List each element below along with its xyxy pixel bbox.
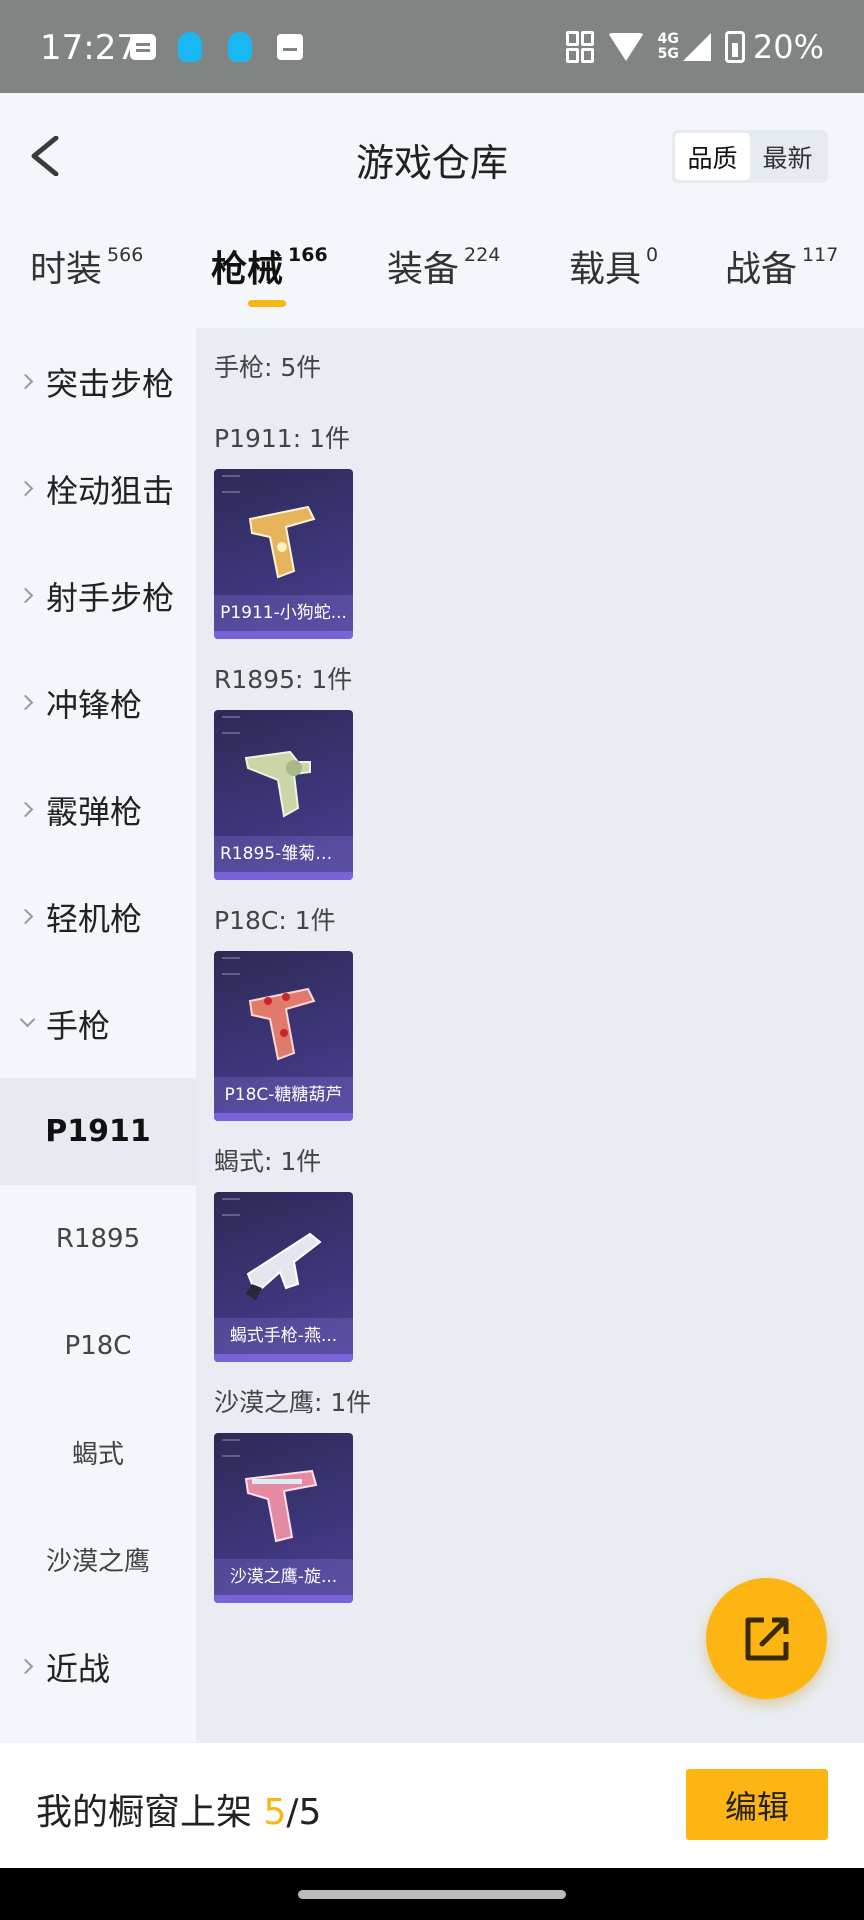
tab-equipment[interactable]: 装备 224 <box>387 240 500 292</box>
group-heading-desert-eagle: 沙漠之鹰: 1件 <box>214 1388 372 1417</box>
group-heading-r1895: R1895: 1件 <box>214 665 353 694</box>
qq-icon <box>228 32 252 62</box>
sidebar-subitem-scorpion[interactable]: 蝎式 <box>0 1399 196 1506</box>
share-button[interactable] <box>706 1578 827 1699</box>
inventory-content: 手枪: 5件 P1911: 1件 P1911-小狗蛇... R1895: 1件 … <box>196 328 864 1743</box>
tab-firearms[interactable]: 枪械 166 <box>211 240 328 292</box>
sidebar-item-pistol[interactable]: 手枪 <box>0 970 196 1077</box>
sidebar-subitem-p18c[interactable]: P18C <box>0 1292 196 1399</box>
message-icon <box>130 34 156 60</box>
sidebar-subitem-desert-eagle[interactable]: 沙漠之鹰 <box>0 1506 196 1613</box>
mail-icon <box>277 34 303 60</box>
item-name: 沙漠之鹰-旋... <box>214 1559 353 1595</box>
sidebar-subitem-r1895[interactable]: R1895 <box>0 1185 196 1292</box>
showcase-status: 我的橱窗上架 5/5 <box>36 1792 322 1833</box>
chevron-right-icon <box>20 909 36 925</box>
chevron-right-icon <box>20 1659 36 1675</box>
sort-quality-button[interactable]: 品质 <box>675 133 750 180</box>
status-time: 17:27 <box>40 28 138 68</box>
item-card-desert-eagle[interactable]: 沙漠之鹰-旋... <box>214 1433 353 1603</box>
status-bar: 17:27 4G 5G 20% <box>0 0 864 93</box>
item-name: 蝎式手枪-燕... <box>214 1318 353 1354</box>
group-heading-p1911: P1911: 1件 <box>214 424 350 453</box>
chevron-right-icon <box>20 588 36 604</box>
rarity-stripe <box>214 1595 353 1603</box>
network-type: 4G 5G <box>657 31 679 62</box>
pistol-gold-icon <box>248 505 316 579</box>
weapon-category-sidebar: 突击步枪 栓动狙击 射手步枪 冲锋枪 霰弹枪 轻机枪 手枪 P1911 R189… <box>0 328 196 1743</box>
item-card-p18c[interactable]: P18C-糖糖葫芦 <box>214 951 353 1121</box>
tab-supplies[interactable]: 战备 117 <box>725 240 838 292</box>
item-name: R1895-雏菊兔... <box>214 836 353 872</box>
battery-percent: 20% <box>752 28 824 66</box>
chevron-right-icon <box>20 802 36 818</box>
sidebar-subitem-p1911[interactable]: P1911 <box>0 1078 196 1185</box>
tab-vehicles[interactable]: 载具 0 <box>569 240 658 292</box>
pistol-red-icon <box>248 987 316 1061</box>
item-name: P1911-小狗蛇... <box>214 595 353 631</box>
share-out-icon <box>745 1617 789 1661</box>
system-nav-bar <box>0 1868 864 1920</box>
rarity-stripe <box>214 631 353 639</box>
chevron-right-icon <box>20 374 36 390</box>
sidebar-item-bolt-sniper[interactable]: 栓动狙击 <box>0 435 196 542</box>
signal-icon <box>682 33 711 61</box>
nfc-icon <box>565 31 594 63</box>
pistol-summary: 手枪: 5件 <box>214 353 322 382</box>
rarity-stripe <box>214 1354 353 1362</box>
item-name: P18C-糖糖葫芦 <box>214 1077 353 1113</box>
wifi-icon <box>607 33 644 61</box>
smg-silver-icon <box>246 1232 322 1300</box>
sidebar-item-smg[interactable]: 冲锋枪 <box>0 649 196 756</box>
sidebar-item-melee[interactable]: 近战 <box>0 1613 196 1720</box>
qq-icon <box>178 32 202 62</box>
item-card-p1911[interactable]: P1911-小狗蛇... <box>214 469 353 639</box>
showcase-bar: 我的橱窗上架 5/5 编辑 <box>0 1743 864 1868</box>
revolver-green-icon <box>244 750 311 818</box>
sidebar-item-lmg[interactable]: 轻机枪 <box>0 863 196 970</box>
sort-newest-button[interactable]: 最新 <box>750 133 825 180</box>
home-indicator[interactable] <box>298 1890 566 1899</box>
chevron-right-icon <box>20 481 36 497</box>
item-card-scorpion[interactable]: 蝎式手枪-燕... <box>214 1192 353 1362</box>
tab-fashion[interactable]: 时装 566 <box>30 240 143 292</box>
sidebar-item-marksman-rifle[interactable]: 射手步枪 <box>0 542 196 649</box>
category-tabs: 时装 566 枪械 166 装备 224 载具 0 战备 117 <box>0 240 864 320</box>
chevron-down-icon <box>20 1016 36 1032</box>
group-heading-p18c: P18C: 1件 <box>214 906 336 935</box>
active-tab-indicator <box>248 300 286 307</box>
battery-icon <box>724 31 745 63</box>
group-heading-scorpion: 蝎式: 1件 <box>214 1147 322 1176</box>
sidebar-item-shotgun[interactable]: 霰弹枪 <box>0 756 196 863</box>
sort-toggle: 品质 最新 <box>672 130 828 183</box>
edit-button[interactable]: 编辑 <box>686 1769 828 1840</box>
item-card-r1895[interactable]: R1895-雏菊兔... <box>214 710 353 880</box>
chevron-right-icon <box>20 695 36 711</box>
rarity-stripe <box>214 1113 353 1121</box>
pistol-pink-icon <box>244 1469 318 1543</box>
rarity-stripe <box>214 872 353 880</box>
sidebar-item-assault-rifle[interactable]: 突击步枪 <box>0 328 196 435</box>
